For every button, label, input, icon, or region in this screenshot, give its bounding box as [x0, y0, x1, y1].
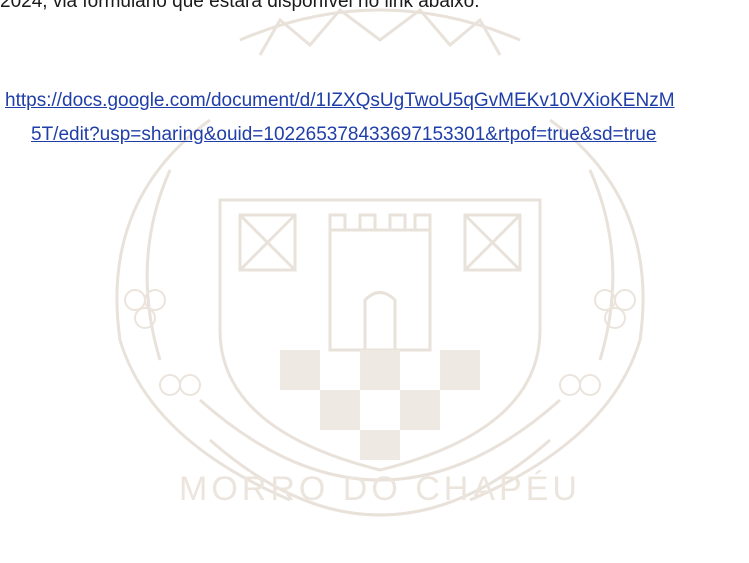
document-page: MORRO DO CHAPÉU 2024, via formulário que…: [0, 0, 749, 563]
intro-text: 2024, via formulário que estará disponív…: [0, 0, 480, 12]
form-link-line-2[interactable]: 5T/edit?usp=sharing&ouid=102265378433697…: [31, 124, 656, 146]
form-link-line-1[interactable]: https://docs.google.com/document/d/1IZXQ…: [5, 90, 675, 112]
watermark-ribbon-text: MORRO DO CHAPÉU: [179, 470, 581, 508]
coat-of-arms-watermark-icon: MORRO DO CHAPÉU: [115, 7, 645, 517]
